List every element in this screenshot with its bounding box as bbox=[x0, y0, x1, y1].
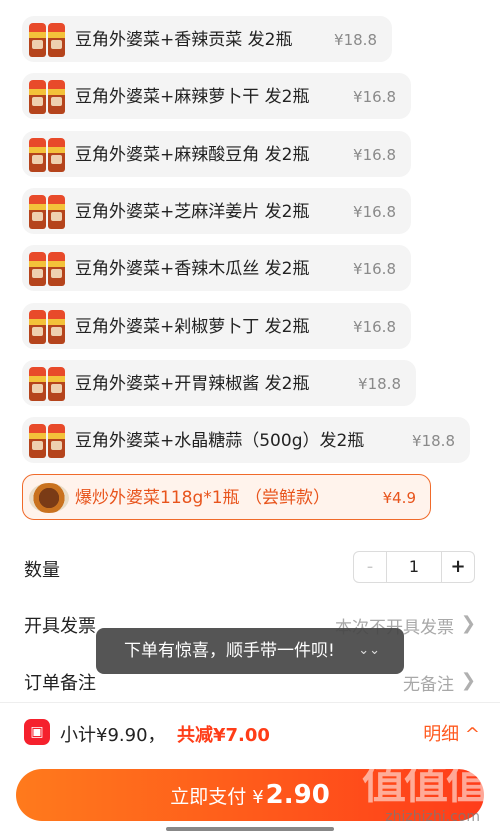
sku-option-label: 豆角外婆菜+剁椒萝卜丁 发2瓶 bbox=[75, 317, 310, 337]
sku-option-label: 豆角外婆菜+香辣贡菜 发2瓶 bbox=[75, 30, 293, 50]
sku-option-price: ¥16.8 bbox=[353, 146, 396, 164]
product-thumbnail bbox=[29, 481, 69, 515]
sku-option-label: 豆角外婆菜+芝麻洋姜片 发2瓶 bbox=[75, 202, 310, 222]
sku-option[interactable]: 豆角外婆菜+麻辣酸豆角 发2瓶 ¥16.8 bbox=[22, 131, 411, 177]
order-note-label: 订单备注 bbox=[24, 673, 96, 694]
increment-button[interactable]: + bbox=[441, 552, 474, 582]
sku-option-label: 豆角外婆菜+麻辣萝卜干 发2瓶 bbox=[75, 87, 310, 107]
sku-option-label: 豆角外婆菜+水晶糖蒜（500g）发2瓶 bbox=[75, 431, 365, 451]
sku-option-price: ¥16.8 bbox=[353, 88, 396, 106]
sku-option[interactable]: 豆角外婆菜+剁椒萝卜丁 发2瓶 ¥16.8 bbox=[22, 303, 411, 349]
detail-toggle[interactable]: 明细 ^ bbox=[423, 720, 480, 746]
chevron-right-icon: ❯ bbox=[460, 670, 476, 691]
sku-option-price: ¥18.8 bbox=[334, 31, 377, 49]
sku-option-price: ¥16.8 bbox=[353, 318, 396, 336]
product-thumbnail bbox=[29, 310, 65, 344]
toast-text: 下单有惊喜，顺手带一件呗! bbox=[124, 641, 335, 661]
product-thumbnail bbox=[29, 23, 65, 57]
sku-option-price: ¥18.8 bbox=[412, 432, 455, 450]
sku-option[interactable]: 豆角外婆菜+开胃辣椒酱 发2瓶 ¥18.8 bbox=[22, 360, 416, 406]
product-thumbnail bbox=[29, 424, 65, 458]
quantity-label: 数量 bbox=[24, 560, 60, 581]
checkout-bar: ▣ 小计¥9.90， 共减¥7.00 明细 ^ 立即支付 ¥2.90 值值值 zh… bbox=[0, 702, 500, 833]
double-chevron-down-icon: ⌄⌄ bbox=[358, 643, 380, 658]
watermark-site: zhizhizhi.com bbox=[385, 809, 480, 825]
product-thumbnail bbox=[29, 195, 65, 229]
sku-option-price: ¥4.9 bbox=[382, 489, 416, 507]
pay-amount: 2.90 bbox=[265, 780, 330, 810]
invoice-label: 开具发票 bbox=[24, 616, 96, 637]
sku-option[interactable]: 豆角外婆菜+芝麻洋姜片 发2瓶 ¥16.8 bbox=[22, 188, 411, 234]
subtotal-text: 小计¥9.90， bbox=[60, 725, 166, 746]
sku-option[interactable]: 豆角外婆菜+麻辣萝卜干 发2瓶 ¥16.8 bbox=[22, 73, 411, 119]
pay-label: 立即支付 bbox=[170, 786, 247, 808]
sku-option[interactable]: 豆角外婆菜+香辣贡菜 发2瓶 ¥18.8 bbox=[22, 16, 392, 62]
sku-option-label: 豆角外婆菜+香辣木瓜丝 发2瓶 bbox=[75, 259, 310, 279]
sku-option[interactable]: 豆角外婆菜+水晶糖蒜（500g）发2瓶 ¥18.8 bbox=[22, 417, 470, 463]
sku-option-label: 爆炒外婆菜118g*1瓶 （尝鲜款） bbox=[75, 488, 330, 508]
product-thumbnail bbox=[29, 138, 65, 172]
order-note-value: 无备注 bbox=[403, 675, 454, 695]
coupon-icon: ▣ bbox=[24, 719, 50, 745]
product-thumbnail bbox=[29, 252, 65, 286]
home-indicator[interactable] bbox=[166, 827, 334, 831]
surprise-toast[interactable]: 下单有惊喜，顺手带一件呗! ⌄⌄ bbox=[96, 628, 404, 674]
sku-option-price: ¥16.8 bbox=[353, 260, 396, 278]
sku-option[interactable]: 豆角外婆菜+香辣木瓜丝 发2瓶 ¥16.8 bbox=[22, 245, 411, 291]
discount-text: 共减¥7.00 bbox=[177, 725, 270, 746]
sku-option-price: ¥16.8 bbox=[353, 203, 396, 221]
pay-currency: ¥ bbox=[252, 787, 264, 808]
product-thumbnail bbox=[29, 80, 65, 114]
sku-option-price: ¥18.8 bbox=[358, 375, 401, 393]
sku-option-label: 豆角外婆菜+开胃辣椒酱 发2瓶 bbox=[75, 374, 310, 394]
quantity-stepper: - 1 + bbox=[353, 551, 475, 583]
quantity-value[interactable]: 1 bbox=[387, 552, 441, 582]
sku-option-selected[interactable]: 爆炒外婆菜118g*1瓶 （尝鲜款） ¥4.9 bbox=[22, 474, 431, 520]
chevron-right-icon: ❯ bbox=[460, 613, 476, 634]
watermark-logo: 值值值 bbox=[362, 758, 490, 809]
quantity-row: 数量 - 1 + bbox=[0, 546, 500, 586]
decrement-button[interactable]: - bbox=[354, 552, 387, 582]
product-thumbnail bbox=[29, 367, 65, 401]
sku-option-label: 豆角外婆菜+麻辣酸豆角 发2瓶 bbox=[75, 145, 310, 165]
